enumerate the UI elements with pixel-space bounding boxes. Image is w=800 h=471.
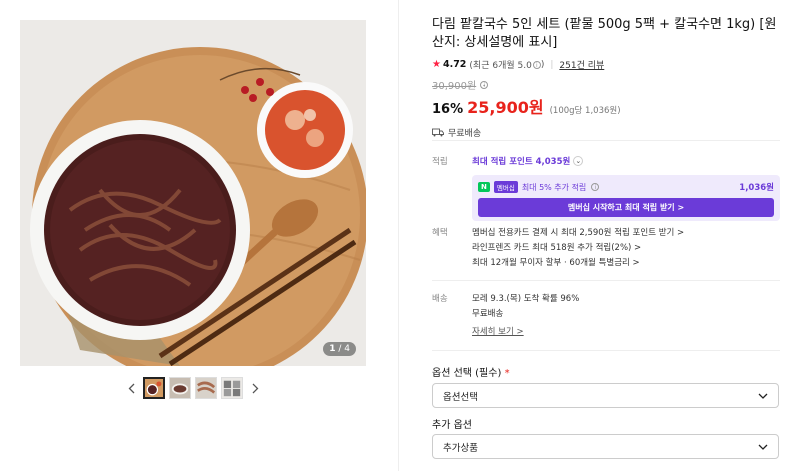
thumbnail-3[interactable] [195, 377, 217, 399]
info-icon[interactable]: i [532, 60, 541, 69]
image-page-counter: 1 / 4 [323, 342, 356, 356]
chevron-down-icon[interactable]: ⌄ [573, 156, 584, 166]
product-info: 다림 팥칼국수 5인 세트 (팥물 500g 5팩 + 칼국수면 1kg) [원… [432, 16, 780, 139]
delivery-fee: 무료배송 [472, 309, 504, 319]
review-count-link[interactable]: 251건 리뷰 [559, 58, 604, 71]
npay-badge: N [478, 182, 490, 192]
rating-note: (최근 6개월 5.0 [469, 61, 532, 71]
main-product-image[interactable]: 1 / 4 [20, 20, 366, 366]
truck-icon [432, 128, 444, 137]
required-option-value: 옵션선택 [443, 391, 478, 403]
separator: | [550, 59, 554, 70]
thumbnail-2[interactable] [169, 377, 191, 399]
member-extra: 최대 5% 추가 적립 [521, 182, 587, 192]
chevron-right-icon[interactable] [247, 378, 263, 398]
thumbnail-1[interactable] [143, 377, 165, 399]
original-price: 30,900원 [432, 81, 477, 92]
benefit-item[interactable]: 라인프렌즈 카드 최대 518원 추가 적립(2%) > [472, 241, 780, 256]
chevron-left-icon[interactable] [123, 378, 139, 398]
product-photo [20, 20, 366, 366]
divider [432, 280, 780, 281]
required-mark: * [504, 368, 510, 379]
member-amount: 1,036원 [739, 183, 774, 193]
thumbnail-strip [20, 375, 366, 401]
max-points[interactable]: 최대 적립 포인트 4,035원 ⌄ [472, 155, 780, 167]
divider [432, 350, 780, 351]
required-option-text: 옵션 선택 (필수) [432, 368, 502, 379]
extra-option-select[interactable]: 추가상품 [432, 434, 779, 459]
shipping-row: 무료배송 [432, 126, 780, 139]
info-icon[interactable]: i [591, 183, 600, 191]
rating-row: ★ 4.72 (최근 6개월 5.0 i) | 251건 리뷰 [432, 58, 780, 71]
original-price-row: 30,900원 i [432, 77, 780, 92]
rating-value: 4.72 [442, 59, 467, 70]
points-label: 적립 [432, 157, 448, 167]
extra-option-value: 추가상품 [443, 442, 478, 454]
price-row: 16% 25,900원 (100g당 1,036원) [432, 94, 780, 118]
delivery-detail-link[interactable]: 자세히 보기 > [472, 325, 524, 337]
required-option-select[interactable]: 옵션선택 [432, 383, 779, 408]
sale-price: 25,900원 [467, 98, 544, 117]
max-points-text: 최대 적립 포인트 4,035원 [472, 157, 571, 167]
page-current: 1 [329, 344, 336, 354]
benefit-item[interactable]: 최대 12개월 무이자 할부 · 60개월 특별금리 > [472, 256, 780, 271]
page-total: / 4 [338, 344, 350, 354]
membership-start-button[interactable]: 멤버십 시작하고 최대 적립 받기 > [478, 198, 774, 217]
delivery-section: 배송 모레 9.3.(목) 도착 확률 96% 무료배송 자세히 보기 > [432, 292, 780, 342]
chevron-down-icon [758, 393, 768, 399]
rating-note-close: ) [540, 59, 545, 70]
discount-rate: 16% [432, 102, 464, 117]
chevron-down-icon [758, 444, 768, 450]
required-option-label: 옵션 선택 (필수) * [432, 364, 510, 379]
benefits-label: 혜택 [432, 228, 448, 238]
column-divider [398, 0, 399, 471]
benefit-item[interactable]: 멤버십 전용카드 결제 시 최대 2,590원 적립 포인트 받기 > [472, 226, 780, 241]
membership-badge: 멤버십 [493, 181, 518, 193]
star-icon: ★ [432, 59, 441, 70]
unit-price: (100g당 1,036원) [549, 106, 621, 116]
delivery-arrival: 모레 9.3.(목) 도착 확률 96% [472, 294, 580, 304]
divider [432, 140, 780, 141]
points-section: 적립 최대 적립 포인트 4,035원 ⌄ N 멤버십 최대 5% 추가 적립 … [432, 155, 780, 221]
shipping-label: 무료배송 [448, 129, 482, 139]
info-icon[interactable]: i [480, 80, 489, 89]
product-title: 다림 팥칼국수 5인 세트 (팥물 500g 5팩 + 칼국수면 1kg) [원… [432, 17, 777, 50]
delivery-label: 배송 [432, 294, 448, 304]
extra-option-label: 추가 옵션 [432, 420, 472, 431]
membership-box: N 멤버십 최대 5% 추가 적립 i 1,036원 멤버십 시작하고 최대 적… [472, 175, 780, 221]
thumbnail-4[interactable] [221, 377, 243, 399]
benefits-section: 혜택 멤버십 전용카드 결제 시 최대 2,590원 적립 포인트 받기 > 라… [432, 226, 780, 271]
